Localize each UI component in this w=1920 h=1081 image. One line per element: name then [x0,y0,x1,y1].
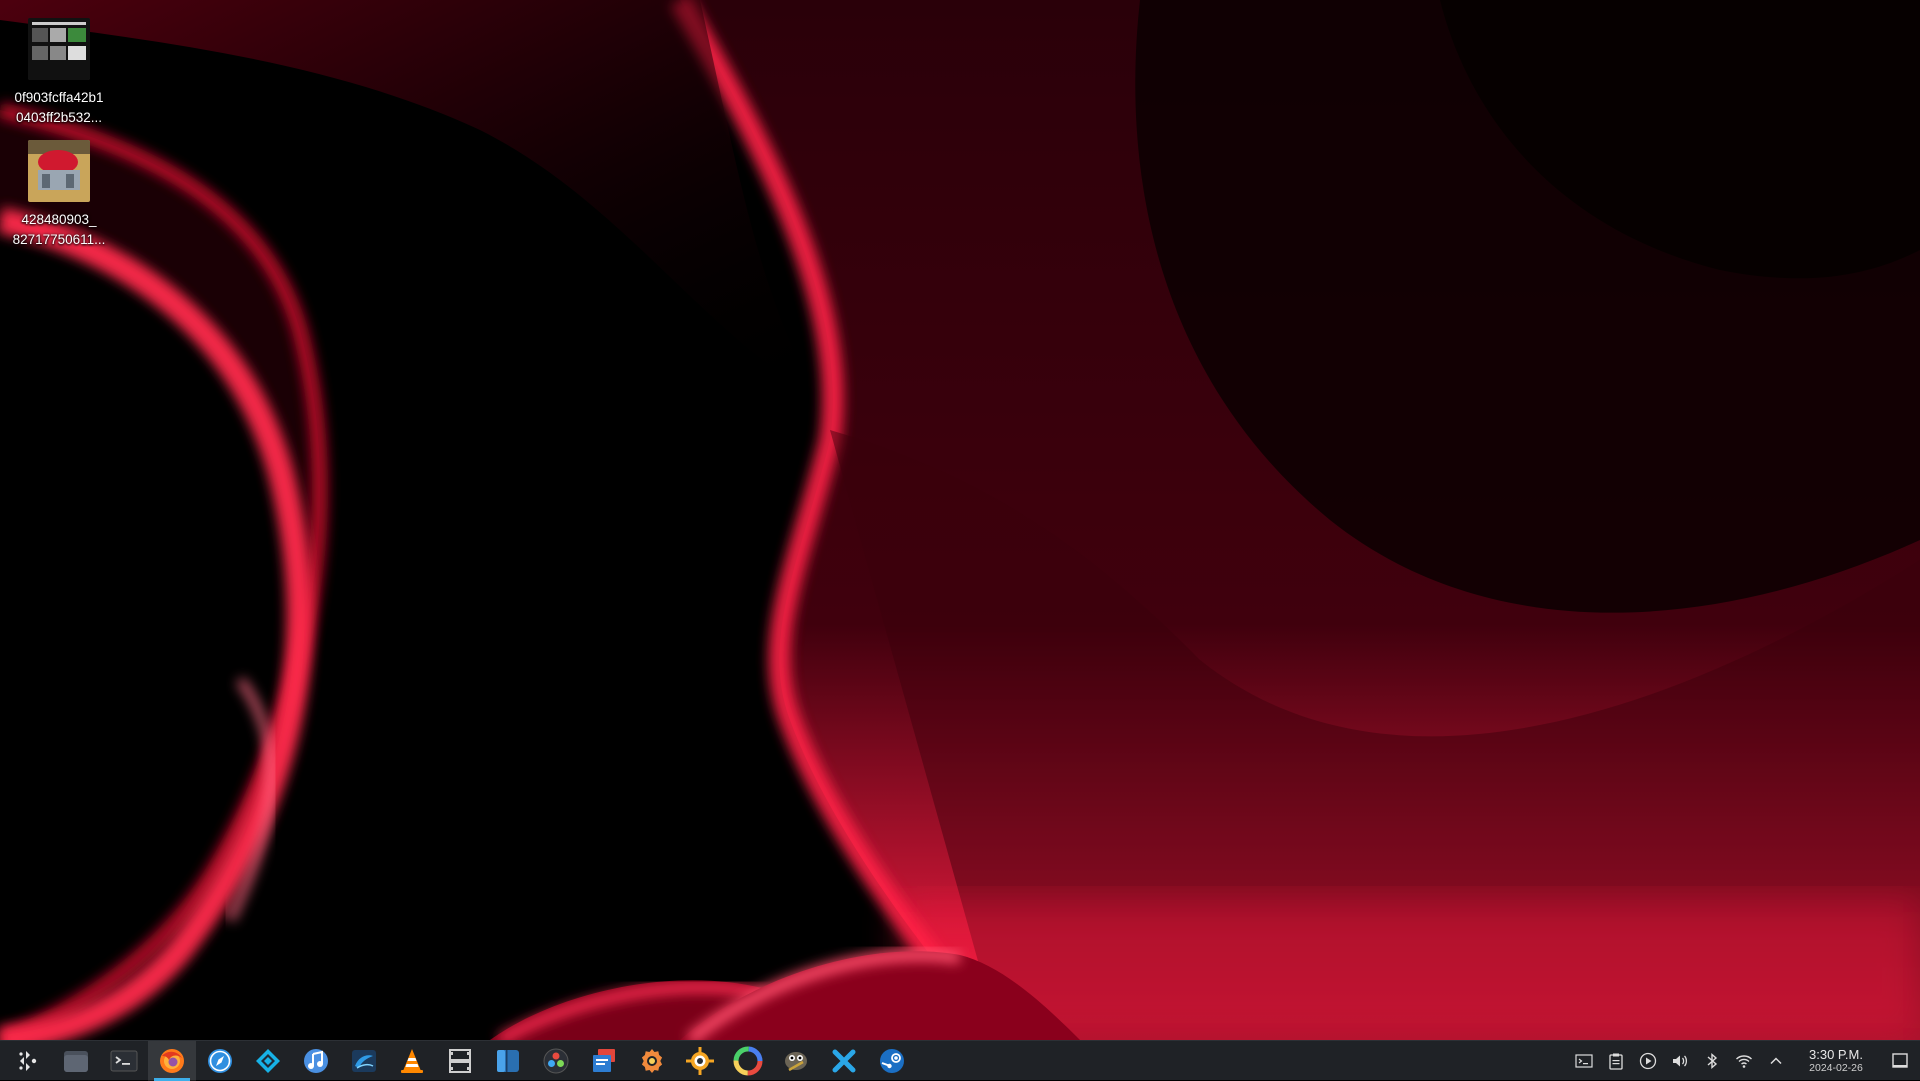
music-player-icon [304,1048,328,1073]
photo-preview-icon [28,140,90,202]
presentation-app-icon [593,1048,615,1072]
x-app-button[interactable] [820,1041,868,1081]
sidebar-app-icon [497,1049,519,1072]
vlc-button[interactable] [388,1041,436,1081]
vlc-icon [401,1048,423,1073]
firefox-icon [160,1048,184,1073]
video-editor-icon [449,1048,471,1073]
gimp-button[interactable] [772,1041,820,1081]
bluetooth-icon [1707,1052,1718,1069]
settings-gear-icon [641,1048,663,1073]
sidebar-app-button[interactable] [484,1041,532,1081]
screenshot-thumbnail [28,18,90,80]
volume-icon [1673,1055,1688,1066]
app-launcher-button[interactable] [4,1041,52,1081]
expand-tray-icon [1770,1056,1782,1064]
davinci-resolve-icon [543,1048,569,1073]
show-desktop-button[interactable] [1880,1041,1920,1081]
desktop-file-photo[interactable]: 428480903_ 82717750611... [4,140,114,250]
screenshot-preview-icon [28,18,90,80]
wallpaper [0,0,1920,1040]
web-browser-button[interactable] [196,1041,244,1081]
kodi-button[interactable] [244,1041,292,1081]
network-tray-button[interactable] [1728,1041,1760,1081]
console-tray-button[interactable] [1568,1041,1600,1081]
terminal-icon [110,1050,138,1071]
photo-thumbnail [28,140,90,202]
terminal-button[interactable] [100,1041,148,1081]
color-picker-button[interactable] [724,1041,772,1081]
desktop-file-label: 0f903fcffa42b1 0403ff2b532... [14,90,104,125]
media-play-icon [1639,1052,1657,1069]
desktop[interactable]: 0f903fcffa42b1 0403ff2b532... 428480903_… [0,0,1920,1040]
system-settings-button[interactable] [628,1041,676,1081]
desktop-file-label: 428480903_ 82717750611... [12,212,106,247]
gimp-icon [785,1051,807,1071]
dj-app-icon [352,1049,376,1072]
presentation-app-button[interactable] [580,1041,628,1081]
media-player-tray-button[interactable] [1632,1041,1664,1081]
clock-date: 2024-02-26 [1809,1061,1863,1074]
clipboard-tray-button[interactable] [1600,1041,1632,1081]
console-icon [1575,1053,1593,1068]
steam-button[interactable] [868,1041,916,1081]
image-viewer-button[interactable] [676,1041,724,1081]
firefox-button[interactable] [148,1040,196,1081]
video-editor-button[interactable] [436,1041,484,1081]
taskbar: 3:30 P.M. 2024-02-26 [0,1040,1920,1081]
volume-tray-button[interactable] [1664,1041,1696,1081]
color-picker-icon [733,1046,763,1075]
expand-tray-button[interactable] [1760,1041,1792,1081]
task-manager [0,1040,916,1081]
desktop-file-screenshot[interactable]: 0f903fcffa42b1 0403ff2b532... [4,18,114,128]
digital-clock[interactable]: 3:30 P.M. 2024-02-26 [1792,1041,1880,1081]
show-desktop-icon [1892,1052,1908,1068]
file-manager-button[interactable] [52,1041,100,1081]
davinci-resolve-button[interactable] [532,1041,580,1081]
browser-compass-icon [208,1048,232,1073]
steam-icon [880,1048,904,1073]
system-tray: 3:30 P.M. 2024-02-26 [1568,1041,1920,1081]
dj-app-button[interactable] [340,1041,388,1081]
clipboard-icon [1609,1053,1623,1070]
wifi-icon [1736,1054,1752,1068]
clock-time: 3:30 P.M. [1809,1046,1863,1062]
file-manager-icon [64,1050,88,1072]
x-app-icon [832,1049,856,1072]
bluetooth-tray-button[interactable] [1696,1041,1728,1081]
kodi-icon [256,1048,280,1073]
app-launcher-icon [19,1050,37,1071]
music-player-button[interactable] [292,1041,340,1081]
image-viewer-icon [686,1046,714,1075]
